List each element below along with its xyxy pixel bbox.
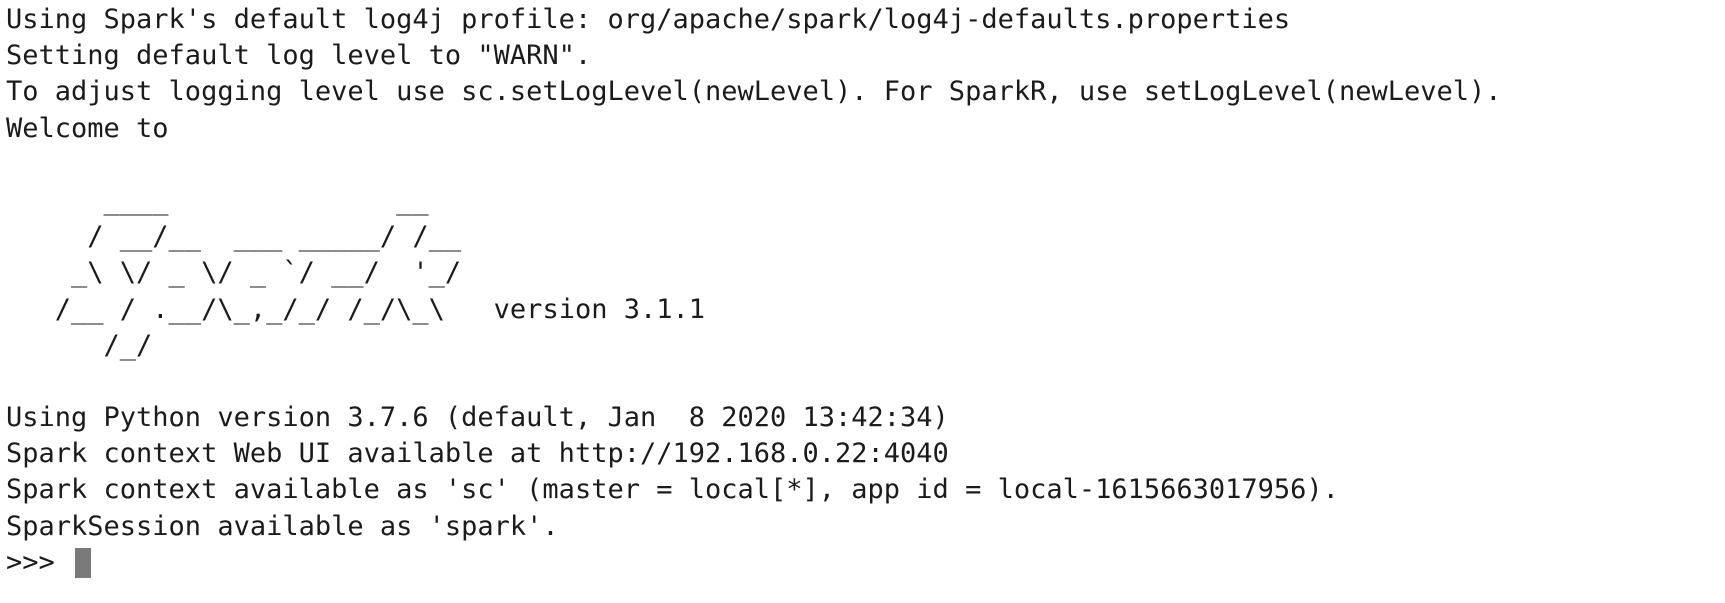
text-cursor[interactable]: [75, 547, 92, 578]
python-prompt-line[interactable]: >>>: [6, 545, 1725, 581]
welcome-line: Welcome to: [6, 112, 169, 144]
spark-banner-line-1: ____ __: [6, 184, 429, 216]
info-line-web-ui: Spark context Web UI available at http:/…: [6, 438, 949, 470]
spark-banner-line-2: / __/__ ___ _____/ /__: [6, 221, 462, 253]
spark-version-label: version 3.1.1: [493, 293, 705, 325]
log-line-log-level: Setting default log level to "WARN".: [6, 40, 592, 72]
spark-banner-line-4: /__ / .__/\_,_/_/ /_/\_\ version 3.1.1: [6, 292, 1725, 328]
spark-banner-line-3: _\ \/ _ \/ _ `/ __/ '_/: [6, 257, 462, 289]
info-line-spark-session: SparkSession available as 'spark'.: [6, 510, 559, 542]
spark-banner-art: /__ / .__/\_,_/_/ /_/\_\: [6, 293, 494, 325]
log-line-adjust-logging: To adjust logging level use sc.setLogLev…: [6, 76, 1502, 108]
info-line-spark-context: Spark context available as 'sc' (master …: [6, 474, 1339, 506]
info-line-python-version: Using Python version 3.7.6 (default, Jan…: [6, 402, 949, 434]
python-prompt: >>>: [6, 546, 72, 578]
log-line-log4j-profile: Using Spark's default log4j profile: org…: [6, 4, 1291, 35]
spark-banner-line-5: /_/: [6, 329, 153, 361]
terminal-window[interactable]: Using Spark's default log4j profile: org…: [0, 0, 1725, 603]
